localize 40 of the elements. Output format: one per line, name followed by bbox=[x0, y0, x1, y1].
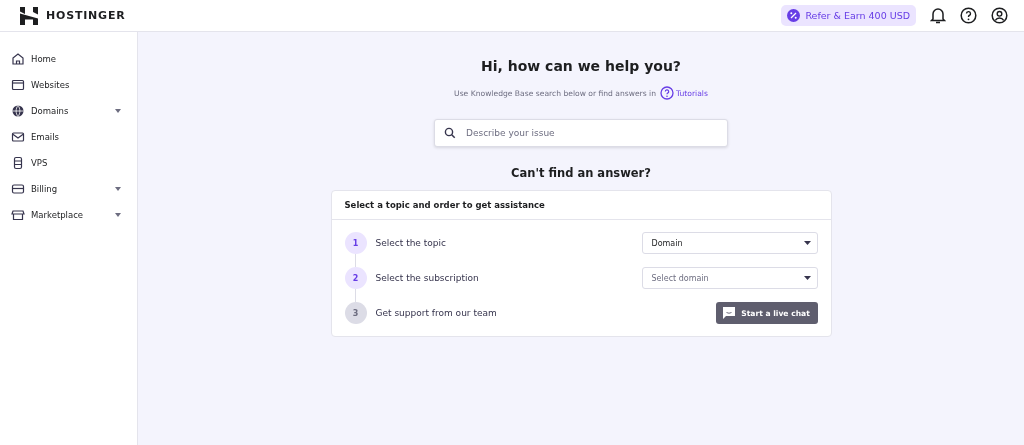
mail-icon bbox=[11, 130, 25, 144]
account-icon[interactable] bbox=[991, 7, 1008, 24]
step-label: Select the topic bbox=[375, 238, 446, 248]
credit-card-icon bbox=[11, 182, 25, 196]
step-number: 1 bbox=[344, 232, 367, 254]
caret-icon bbox=[115, 109, 121, 113]
step-number: 3 bbox=[344, 302, 367, 324]
card-title: Select a topic and order to get assistance bbox=[331, 191, 831, 220]
step-number: 2 bbox=[344, 267, 367, 289]
step-label: Select the subscription bbox=[375, 273, 479, 283]
refer-button[interactable]: Refer & Earn 400 USD bbox=[781, 5, 916, 26]
caret-icon bbox=[803, 276, 811, 280]
sidebar-item[interactable]: Marketplace bbox=[0, 202, 137, 228]
help-icon[interactable] bbox=[960, 7, 977, 24]
caret-icon bbox=[115, 187, 121, 191]
search-field[interactable]: Describe your issue bbox=[434, 119, 728, 147]
chat-bubble-icon bbox=[723, 307, 736, 319]
step-label: Get support from our team bbox=[375, 308, 497, 318]
store-icon bbox=[11, 208, 25, 222]
help-icon bbox=[660, 86, 674, 100]
caret-icon bbox=[803, 241, 811, 245]
logo-icon bbox=[19, 6, 39, 25]
home-icon bbox=[11, 52, 25, 66]
sidebar-item[interactable]: Domains bbox=[0, 98, 137, 124]
dropdown[interactable]: Domain bbox=[641, 232, 818, 254]
caret-icon bbox=[115, 213, 121, 217]
section-heading: Can't find an answer? bbox=[511, 166, 651, 180]
discount-icon bbox=[787, 9, 801, 22]
dropdown[interactable]: Select domain bbox=[641, 267, 818, 289]
sidebar-item[interactable]: Billing bbox=[0, 176, 137, 202]
sidebar-item[interactable]: Emails bbox=[0, 124, 137, 150]
sidebar-item[interactable]: VPS bbox=[0, 150, 137, 176]
brand-name: HOSTINGER bbox=[46, 9, 126, 22]
sidebar-item[interactable]: Home bbox=[0, 46, 137, 72]
globe-icon bbox=[11, 104, 25, 118]
page-heading: Hi, how can we help you? bbox=[481, 58, 681, 74]
sidebar-item[interactable]: Websites bbox=[0, 72, 137, 98]
window-icon bbox=[11, 78, 25, 92]
notification-bell-icon[interactable] bbox=[930, 7, 946, 24]
server-icon bbox=[11, 156, 25, 170]
